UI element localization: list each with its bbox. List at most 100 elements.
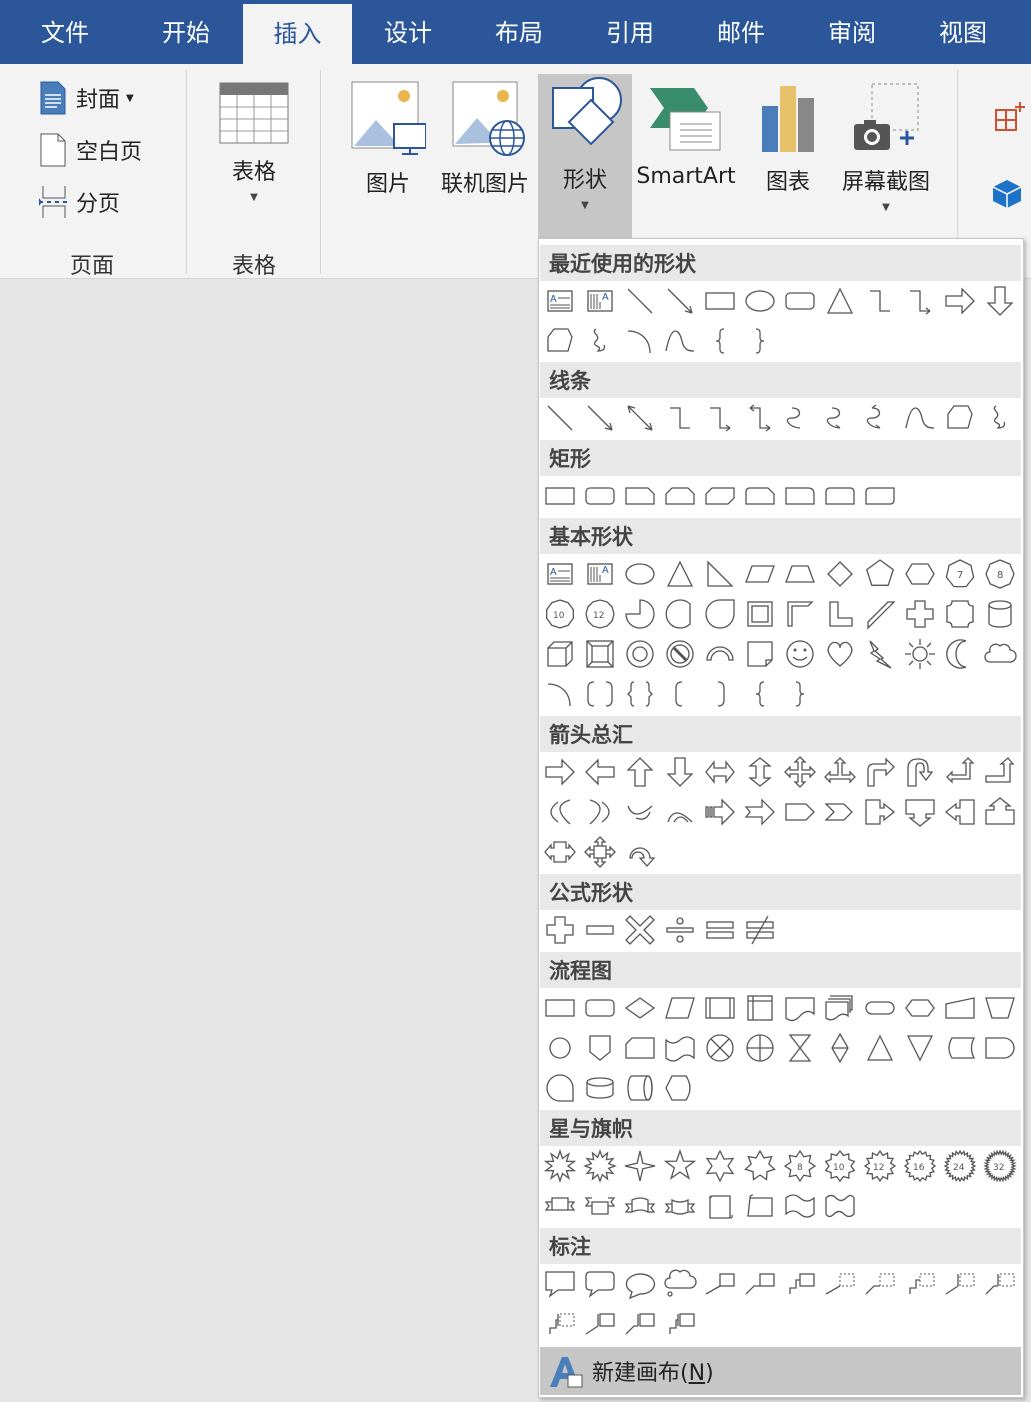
shape-predefined-process-icon[interactable] (702, 990, 738, 1026)
shape-bent-arrow-icon[interactable] (862, 754, 898, 790)
shape-curved-arrow-connector-icon[interactable] (822, 400, 858, 436)
shape-curve-icon[interactable] (902, 400, 938, 436)
shape-quad-arrow-icon[interactable] (782, 754, 818, 790)
shape-line-icon[interactable] (622, 283, 658, 319)
tab-file[interactable]: 文件 (10, 0, 120, 64)
shape-arc-icon[interactable] (542, 676, 578, 712)
shape-curved-up-arrow-icon[interactable] (622, 794, 658, 830)
shape-collate-icon[interactable] (782, 1030, 818, 1066)
shape-diamond-icon[interactable] (822, 556, 858, 592)
shape-or-icon[interactable] (742, 1030, 778, 1066)
shape-down-arrow-icon[interactable] (662, 754, 698, 790)
shape-star-12-icon[interactable]: 12 (862, 1148, 898, 1184)
shape-rectangular-callout-icon[interactable] (542, 1266, 578, 1302)
shape-magnetic-disk-icon[interactable] (582, 1070, 618, 1106)
shape-left-brace-icon[interactable] (702, 323, 738, 359)
shape-lightning-bolt-icon[interactable] (862, 636, 898, 672)
shape-line-callout-3-no-border-icon[interactable] (902, 1266, 938, 1302)
shape-right-arrow-icon[interactable] (942, 283, 978, 319)
table-button[interactable]: 表格 ▼ (206, 72, 302, 203)
shape-ribbon-down-icon[interactable] (582, 1188, 618, 1224)
tab-references[interactable]: 引用 (575, 0, 685, 64)
shape-parallelogram-icon[interactable] (742, 556, 778, 592)
blank-page-button[interactable]: 空白页 (38, 128, 142, 172)
shape-octagon-icon[interactable]: 8 (982, 556, 1018, 592)
shape-block-arc-icon[interactable] (702, 636, 738, 672)
picture-button[interactable]: 图片 (346, 72, 430, 198)
shape-u-turn-arrow-icon[interactable] (902, 754, 938, 790)
shape-can-icon[interactable] (982, 596, 1018, 632)
shape-alternate-process-icon[interactable] (582, 990, 618, 1026)
shape-ribbon-up-icon[interactable] (542, 1188, 578, 1224)
tab-home[interactable]: 开始 (131, 0, 241, 64)
chart-button[interactable]: 图表 (748, 72, 828, 196)
shape-right-bracket-icon[interactable] (702, 676, 738, 712)
shape-star-8-icon[interactable]: 8 (782, 1148, 818, 1184)
shape-arrow-line-icon[interactable] (662, 283, 698, 319)
cover-page-button[interactable]: 封面 ▼ (38, 76, 134, 120)
shape-horizontal-scroll-icon[interactable] (742, 1188, 778, 1224)
shape-curved-ribbon-up-icon[interactable] (622, 1188, 658, 1224)
shape-sun-icon[interactable] (902, 636, 938, 672)
shape-l-shape-icon[interactable] (822, 596, 858, 632)
shape-right-arrow-icon[interactable] (542, 754, 578, 790)
shape-freeform-icon[interactable] (942, 400, 978, 436)
shape-pie-icon[interactable] (622, 596, 658, 632)
shape-circular-arrow-icon[interactable] (622, 834, 658, 870)
shape-oval-callout-icon[interactable] (622, 1266, 658, 1302)
shape-chevron-icon[interactable] (822, 794, 858, 830)
shape-notched-right-arrow-icon[interactable] (742, 794, 778, 830)
shape-cube-icon[interactable] (542, 636, 578, 672)
shape-scribble-icon[interactable] (582, 323, 618, 359)
shape-smiley-face-icon[interactable] (782, 636, 818, 672)
shape-up-arrow-icon[interactable] (622, 754, 658, 790)
shape-donut-icon[interactable] (622, 636, 658, 672)
tab-review[interactable]: 审阅 (797, 0, 907, 64)
shape-rectangle-icon[interactable] (702, 283, 738, 319)
shape-elbow-arrow-connector-icon[interactable] (702, 400, 738, 436)
shapes-button[interactable]: 形状 ▼ (538, 74, 632, 238)
shape-sequential-access-storage-icon[interactable] (542, 1070, 578, 1106)
shape-star-4-icon[interactable] (622, 1148, 658, 1184)
shape-round-single-corner-icon[interactable] (782, 478, 818, 514)
shape-curved-double-arrow-connector-icon[interactable] (862, 400, 898, 436)
shape-arc-icon[interactable] (622, 323, 658, 359)
shape-plaque-icon[interactable] (942, 596, 978, 632)
shape-line-callout-1-border-accent-icon[interactable] (582, 1306, 618, 1342)
shape-curved-connector-icon[interactable] (782, 400, 818, 436)
shape-isosceles-triangle-icon[interactable] (662, 556, 698, 592)
shape-round-diagonal-icon[interactable] (862, 478, 898, 514)
shape-dodecagon-icon[interactable]: 12 (582, 596, 618, 632)
shape-snip-single-corner-icon[interactable] (622, 478, 658, 514)
shape-vertical-scroll-icon[interactable] (702, 1188, 738, 1224)
shape-curved-right-arrow-icon[interactable] (542, 794, 578, 830)
shape-line-callout-1-no-border-icon[interactable] (822, 1266, 858, 1302)
shape-star-16-icon[interactable]: 16 (902, 1148, 938, 1184)
shape-elbow-connector-icon[interactable] (862, 283, 898, 319)
shape-down-arrow-icon[interactable] (982, 283, 1018, 319)
smartart-button[interactable]: SmartArt (636, 72, 736, 189)
shape-pentagon-arrow-icon[interactable] (782, 794, 818, 830)
online-picture-button[interactable]: 联机图片 (436, 72, 534, 198)
shape-cross-icon[interactable] (902, 596, 938, 632)
shape-scribble-icon[interactable] (982, 400, 1018, 436)
shape-left-arrow-callout-icon[interactable] (942, 794, 978, 830)
tab-layout[interactable]: 布局 (464, 0, 574, 64)
shape-line-callout-2-no-border-icon[interactable] (862, 1266, 898, 1302)
shape-process-icon[interactable] (542, 990, 578, 1026)
shape-elbow-arrow-connector-icon[interactable] (902, 283, 938, 319)
shape-moon-icon[interactable] (942, 636, 978, 672)
shape-triangle-icon[interactable] (822, 283, 858, 319)
shape-multidocument-icon[interactable] (822, 990, 858, 1026)
shape-right-brace-icon[interactable] (742, 323, 778, 359)
shape-arrow-line-icon[interactable] (582, 400, 618, 436)
shape-hexagon-icon[interactable] (902, 556, 938, 592)
shape-left-right-arrow-icon[interactable] (702, 754, 738, 790)
shape-decision-icon[interactable] (622, 990, 658, 1026)
shape-rectangle-icon[interactable] (542, 478, 578, 514)
new-drawing-canvas-button[interactable]: 新建画布(N) (540, 1347, 1021, 1395)
tab-mailings[interactable]: 邮件 (686, 0, 796, 64)
page-break-button[interactable]: 分页 (38, 180, 120, 224)
shape-merge-icon[interactable] (902, 1030, 938, 1066)
shape-off-page-connector-icon[interactable] (582, 1030, 618, 1066)
